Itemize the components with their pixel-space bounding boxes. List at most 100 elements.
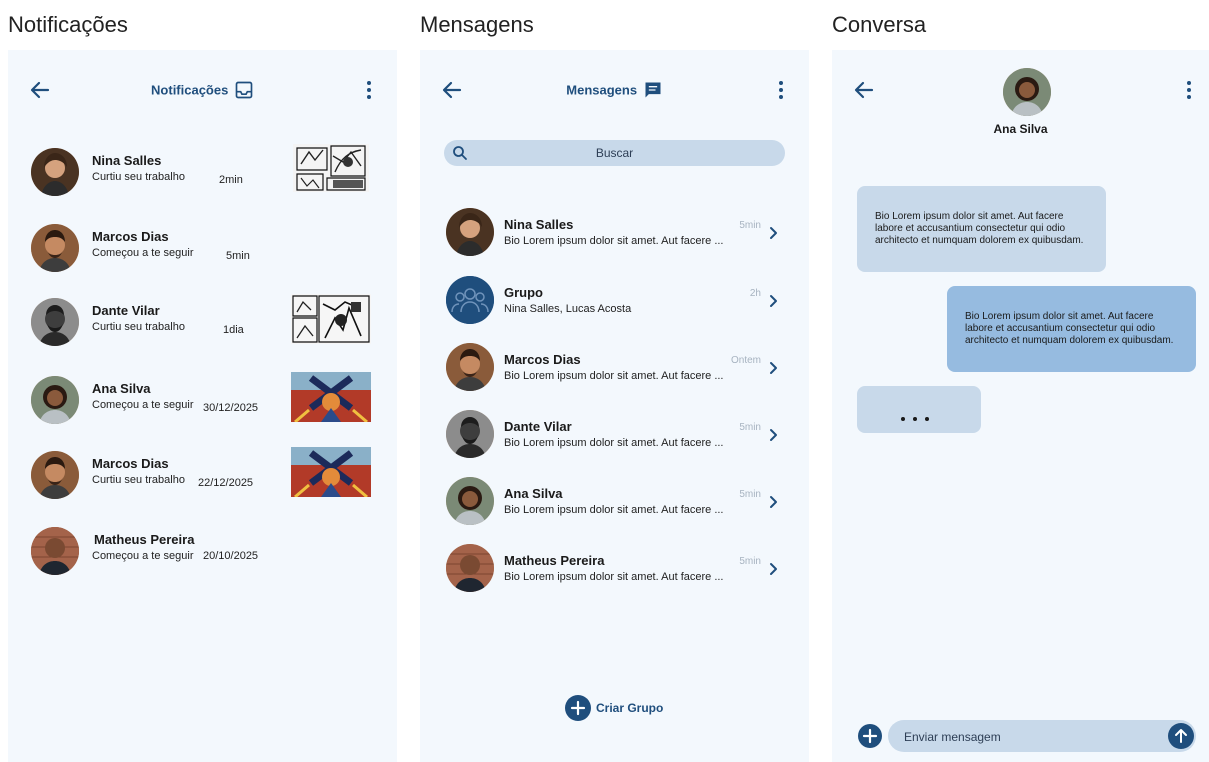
conversation-preview: Nina Salles, Lucas Acosta (504, 303, 632, 315)
conversation-time: 2h (749, 288, 761, 299)
notification-item[interactable]: Marcos Dias Começou a te seguir 5min (8, 224, 397, 294)
conversation-name: Nina Salles (504, 217, 574, 232)
conversation-time: 5min (739, 220, 761, 231)
artwork-thumbnail[interactable] (291, 447, 371, 497)
avatar (446, 208, 494, 256)
avatar (31, 376, 79, 424)
notifications-title: Notificações (8, 80, 397, 100)
notification-item[interactable]: Ana Silva Começou a te seguir 30/12/2025 (8, 372, 397, 446)
notification-action: Curtiu seu trabalho (92, 321, 185, 333)
chevron-right-icon (770, 295, 777, 307)
chat-header: Ana Silva (832, 50, 1209, 150)
conversation-time: 5min (739, 422, 761, 433)
outgoing-message-text: Bio Lorem ipsum dolor sit amet. Aut face… (965, 311, 1174, 346)
chat-screen: Ana Silva Bio Lorem ipsum dolor sit amet… (832, 50, 1209, 762)
group-avatar (446, 276, 494, 324)
conversation-item[interactable]: Ana Silva Bio Lorem ipsum dolor sit amet… (420, 477, 809, 537)
notification-item[interactable]: Dante Vilar Curtiu seu trabalho 1dia (8, 294, 397, 368)
notification-time: 22/12/2025 (198, 477, 254, 489)
avatar (31, 298, 79, 346)
frame-title-messages: Mensagens (420, 12, 534, 37)
plus-icon (565, 695, 591, 721)
conversation-item[interactable]: Dante Vilar Bio Lorem ipsum dolor sit am… (420, 410, 809, 470)
notification-name: Nina Salles (92, 153, 162, 168)
messages-title-text: Mensagens (566, 82, 638, 98)
search-input[interactable]: Buscar (444, 140, 785, 166)
contact-name: Ana Silva (993, 122, 1048, 136)
chat-icon (645, 82, 661, 98)
chevron-right-icon (770, 227, 777, 239)
notification-name: Ana Silva (92, 381, 151, 396)
more-options-icon[interactable] (771, 78, 791, 102)
avatar (31, 224, 79, 272)
conversation-item[interactable]: Marcos Dias Bio Lorem ipsum dolor sit am… (420, 343, 809, 403)
inbox-icon (235, 81, 253, 99)
notification-time: 5min (226, 250, 250, 262)
conversation-time: Ontem (730, 355, 761, 366)
conversation-name: Dante Vilar (504, 419, 572, 434)
notification-item[interactable]: Marcos Dias Curtiu seu trabalho 22/12/20… (8, 447, 397, 521)
attach-button[interactable] (858, 724, 882, 748)
notification-item[interactable]: Matheus Pereira Começou a te seguir 20/1… (8, 527, 397, 597)
conversation-name: Grupo (504, 285, 543, 300)
notifications-screen: Notificações Nina Salles Curtiu seu trab… (8, 50, 397, 762)
group-icon (446, 276, 494, 324)
typing-indicator (857, 386, 981, 433)
notification-name: Marcos Dias (92, 229, 169, 244)
conversation-time: 5min (739, 489, 761, 500)
conversation-preview: Bio Lorem ipsum dolor sit amet. Aut face… (504, 504, 724, 516)
avatar (31, 527, 79, 575)
artwork-thumbnail[interactable] (291, 372, 371, 422)
notifications-title-text: Notificações (151, 82, 229, 98)
chevron-right-icon (770, 563, 777, 575)
notification-action: Curtiu seu trabalho (92, 171, 185, 183)
outgoing-message: Bio Lorem ipsum dolor sit amet. Aut face… (947, 286, 1196, 372)
more-options-icon[interactable] (359, 78, 379, 102)
incoming-message: Bio Lorem ipsum dolor sit amet. Aut face… (857, 186, 1106, 272)
chevron-right-icon (770, 496, 777, 508)
send-button[interactable] (1168, 723, 1194, 749)
notification-action: Começou a te seguir (92, 399, 194, 411)
avatar (31, 148, 79, 196)
conversation-item[interactable]: Nina Salles Bio Lorem ipsum dolor sit am… (420, 208, 809, 268)
conversation-preview: Bio Lorem ipsum dolor sit amet. Aut face… (504, 235, 724, 247)
avatar (446, 410, 494, 458)
avatar (446, 544, 494, 592)
frame-title-chat: Conversa (832, 12, 927, 37)
notifications-header: Notificações (8, 50, 397, 130)
message-input[interactable]: Enviar mensagem (888, 720, 1196, 752)
notification-action: Começou a te seguir (92, 550, 194, 562)
conversation-item[interactable]: Grupo Nina Salles, Lucas Acosta 2h (420, 276, 809, 336)
notification-time: 2min (219, 174, 243, 186)
conversation-preview: Bio Lorem ipsum dolor sit amet. Aut face… (504, 437, 724, 449)
incoming-message-text: Bio Lorem ipsum dolor sit amet. Aut face… (875, 211, 1084, 246)
conversation-item[interactable]: Matheus Pereira Bio Lorem ipsum dolor si… (420, 544, 809, 604)
notification-name: Marcos Dias (92, 456, 169, 471)
plus-icon (862, 728, 878, 744)
conversation-name: Marcos Dias (504, 352, 581, 367)
more-options-icon[interactable] (1179, 78, 1199, 102)
avatar (31, 451, 79, 499)
notification-action: Curtiu seu trabalho (92, 474, 185, 486)
frame-title-notifications: Notificações (8, 12, 128, 37)
notification-time: 20/10/2025 (203, 550, 259, 562)
artwork-thumbnail[interactable] (293, 144, 369, 192)
conversation-preview: Bio Lorem ipsum dolor sit amet. Aut face… (504, 370, 724, 382)
notification-item[interactable]: Nina Salles Curtiu seu trabalho 2min (8, 144, 397, 218)
artwork-thumbnail[interactable] (291, 294, 371, 344)
messages-header: Mensagens (420, 50, 809, 130)
search-placeholder: Buscar (595, 146, 634, 160)
messages-title: Mensagens (420, 80, 809, 100)
conversation-time: 5min (739, 556, 761, 567)
avatar (446, 343, 494, 391)
avatar (446, 477, 494, 525)
message-input-placeholder: Enviar mensagem (904, 730, 1001, 744)
notification-action: Começou a te seguir (92, 247, 194, 259)
back-arrow-icon[interactable] (852, 78, 876, 102)
conversation-preview: Bio Lorem ipsum dolor sit amet. Aut face… (504, 571, 724, 583)
conversation-name: Matheus Pereira (504, 553, 605, 568)
contact-avatar[interactable] (1003, 68, 1051, 116)
create-group-label: Criar Grupo (596, 701, 664, 715)
conversation-name: Ana Silva (504, 486, 563, 501)
chevron-right-icon (770, 429, 777, 441)
